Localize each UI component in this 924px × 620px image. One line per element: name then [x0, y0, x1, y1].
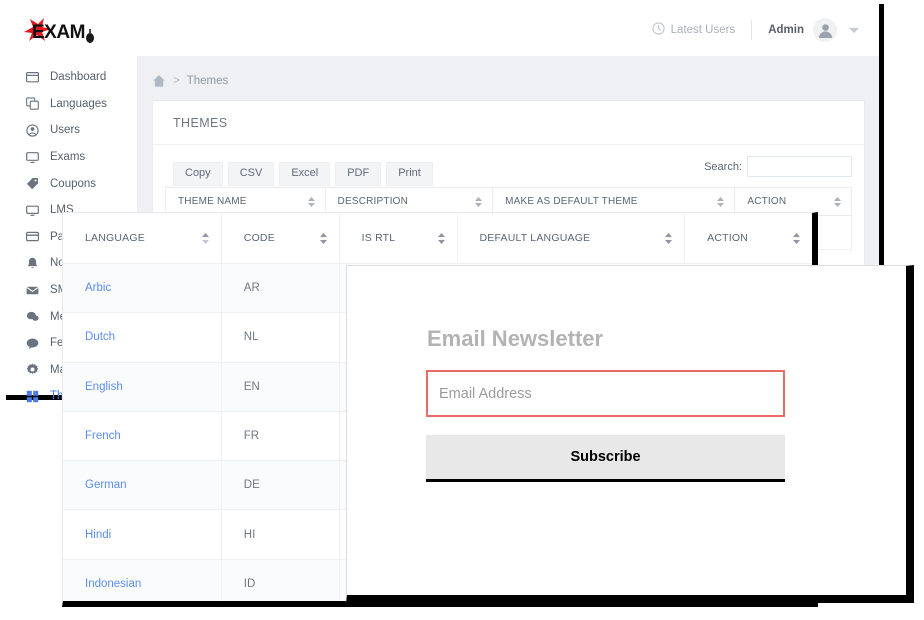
- sort-icon: [437, 232, 445, 244]
- chevron-down-icon[interactable]: [849, 27, 859, 33]
- chat-icon: [26, 310, 39, 323]
- column-header-is-rtl[interactable]: IS RTL: [339, 213, 458, 264]
- sort-icon: [319, 232, 327, 244]
- excel-button[interactable]: Excel: [279, 162, 331, 187]
- newsletter-title: Email Newsletter: [427, 326, 604, 351]
- sort-icon: [834, 196, 842, 207]
- home-icon[interactable]: [152, 74, 166, 88]
- sort-icon: [793, 232, 801, 244]
- grid-icon: [26, 390, 39, 403]
- avatar[interactable]: [813, 18, 837, 42]
- sort-icon: [717, 196, 725, 207]
- search-input[interactable]: [747, 156, 852, 177]
- latest-users-label: Latest Users: [670, 24, 736, 36]
- column-label: CODE: [243, 232, 275, 244]
- sort-icon: [307, 196, 315, 207]
- sidebar-item-label: Languages: [50, 97, 107, 110]
- header-divider: [751, 20, 753, 40]
- breadcrumb-separator: >: [173, 75, 180, 87]
- language-code-cell: DE: [221, 461, 340, 511]
- column-label: ACTION: [747, 196, 787, 207]
- sort-icon: [475, 196, 483, 207]
- sort-icon: [201, 232, 209, 244]
- email-newsletter-panel: Email Newsletter Subscribe: [346, 265, 914, 603]
- tag-icon: [26, 177, 39, 190]
- top-header-bar: EXAM Latest Users Admin: [6, 4, 879, 57]
- languages-icon: [26, 97, 39, 111]
- language-name-cell[interactable]: Indonesian: [63, 559, 222, 601]
- sidebar-item-exams[interactable]: Exams: [6, 144, 137, 171]
- column-header-action[interactable]: ACTION: [685, 213, 812, 264]
- bell-icon: [26, 257, 39, 270]
- search-group: Search:: [704, 156, 852, 177]
- column-label: DEFAULT LANGUAGE: [479, 232, 591, 244]
- language-code-cell: AR: [221, 264, 340, 314]
- sort-icon: [665, 232, 673, 244]
- print-button[interactable]: Print: [386, 162, 433, 187]
- column-header-code[interactable]: CODE: [221, 213, 340, 264]
- csv-button[interactable]: CSV: [227, 162, 275, 187]
- breadcrumb-current: Themes: [186, 75, 229, 87]
- sidebar-item-users[interactable]: Users: [6, 117, 137, 144]
- dashboard-icon: [26, 71, 39, 84]
- language-code-cell: NL: [221, 313, 340, 363]
- admin-name-label: Admin: [768, 24, 804, 36]
- column-label: THEME NAME: [178, 196, 247, 207]
- monitor-icon: [26, 151, 39, 164]
- latest-users-button[interactable]: Latest Users: [652, 22, 752, 38]
- clock-users-icon: [652, 22, 665, 38]
- kexam-logo[interactable]: EXAM: [20, 16, 130, 46]
- language-name-cell[interactable]: Hindi: [63, 510, 222, 560]
- languages-table-header-row: LANGUAGE CODE IS RTL DEFAULT LANGUAGE AC…: [63, 213, 812, 264]
- sidebar-item-label: Dashboard: [50, 71, 107, 84]
- svg-text:EXAM: EXAM: [32, 22, 85, 43]
- email-address-input[interactable]: [426, 370, 785, 417]
- column-label: MAKE AS DEFAULT THEME: [505, 196, 638, 207]
- page-title: THEMES: [153, 101, 864, 145]
- column-label: DESCRIPTION: [337, 196, 409, 207]
- sidebar-item-dashboard[interactable]: Dashboard: [6, 64, 137, 91]
- sidebar-item-label: Users: [50, 124, 81, 137]
- screen-icon: [26, 204, 39, 217]
- user-avatar-icon: [818, 23, 832, 38]
- comment-icon: [26, 337, 39, 350]
- gear-icon: [26, 363, 39, 376]
- language-name-cell[interactable]: French: [63, 411, 222, 462]
- column-header-default-language[interactable]: DEFAULT LANGUAGE: [457, 213, 686, 264]
- language-code-cell: ID: [222, 559, 340, 601]
- column-label: ACTION: [707, 232, 749, 244]
- pdf-button[interactable]: PDF: [335, 162, 382, 187]
- language-code-cell: HI: [221, 510, 340, 560]
- envelope-icon: [26, 284, 39, 297]
- language-code-cell: EN: [221, 362, 340, 412]
- language-name-cell[interactable]: Arbic: [63, 264, 222, 314]
- language-code-cell: FR: [221, 411, 340, 462]
- sidebar-item-coupons[interactable]: Coupons: [6, 170, 137, 197]
- column-label: LANGUAGE: [85, 232, 145, 244]
- subscribe-button[interactable]: Subscribe: [426, 435, 785, 482]
- column-label: IS RTL: [361, 232, 396, 244]
- card-icon: [26, 230, 39, 243]
- language-name-cell[interactable]: Dutch: [63, 313, 222, 363]
- language-name-cell[interactable]: English: [63, 362, 222, 412]
- sidebar-item-label: Coupons: [50, 177, 97, 190]
- sidebar-item-languages[interactable]: Languages: [6, 91, 137, 118]
- user-icon: [26, 124, 39, 137]
- language-name-cell[interactable]: German: [63, 461, 222, 511]
- column-header-language[interactable]: LANGUAGE: [63, 213, 222, 264]
- topbar-right-group: Latest Users Admin: [652, 4, 869, 56]
- copy-button[interactable]: Copy: [173, 162, 223, 187]
- sidebar-item-label: Exams: [50, 151, 86, 164]
- breadcrumb: > Themes: [138, 56, 879, 88]
- search-label: Search:: [704, 160, 742, 173]
